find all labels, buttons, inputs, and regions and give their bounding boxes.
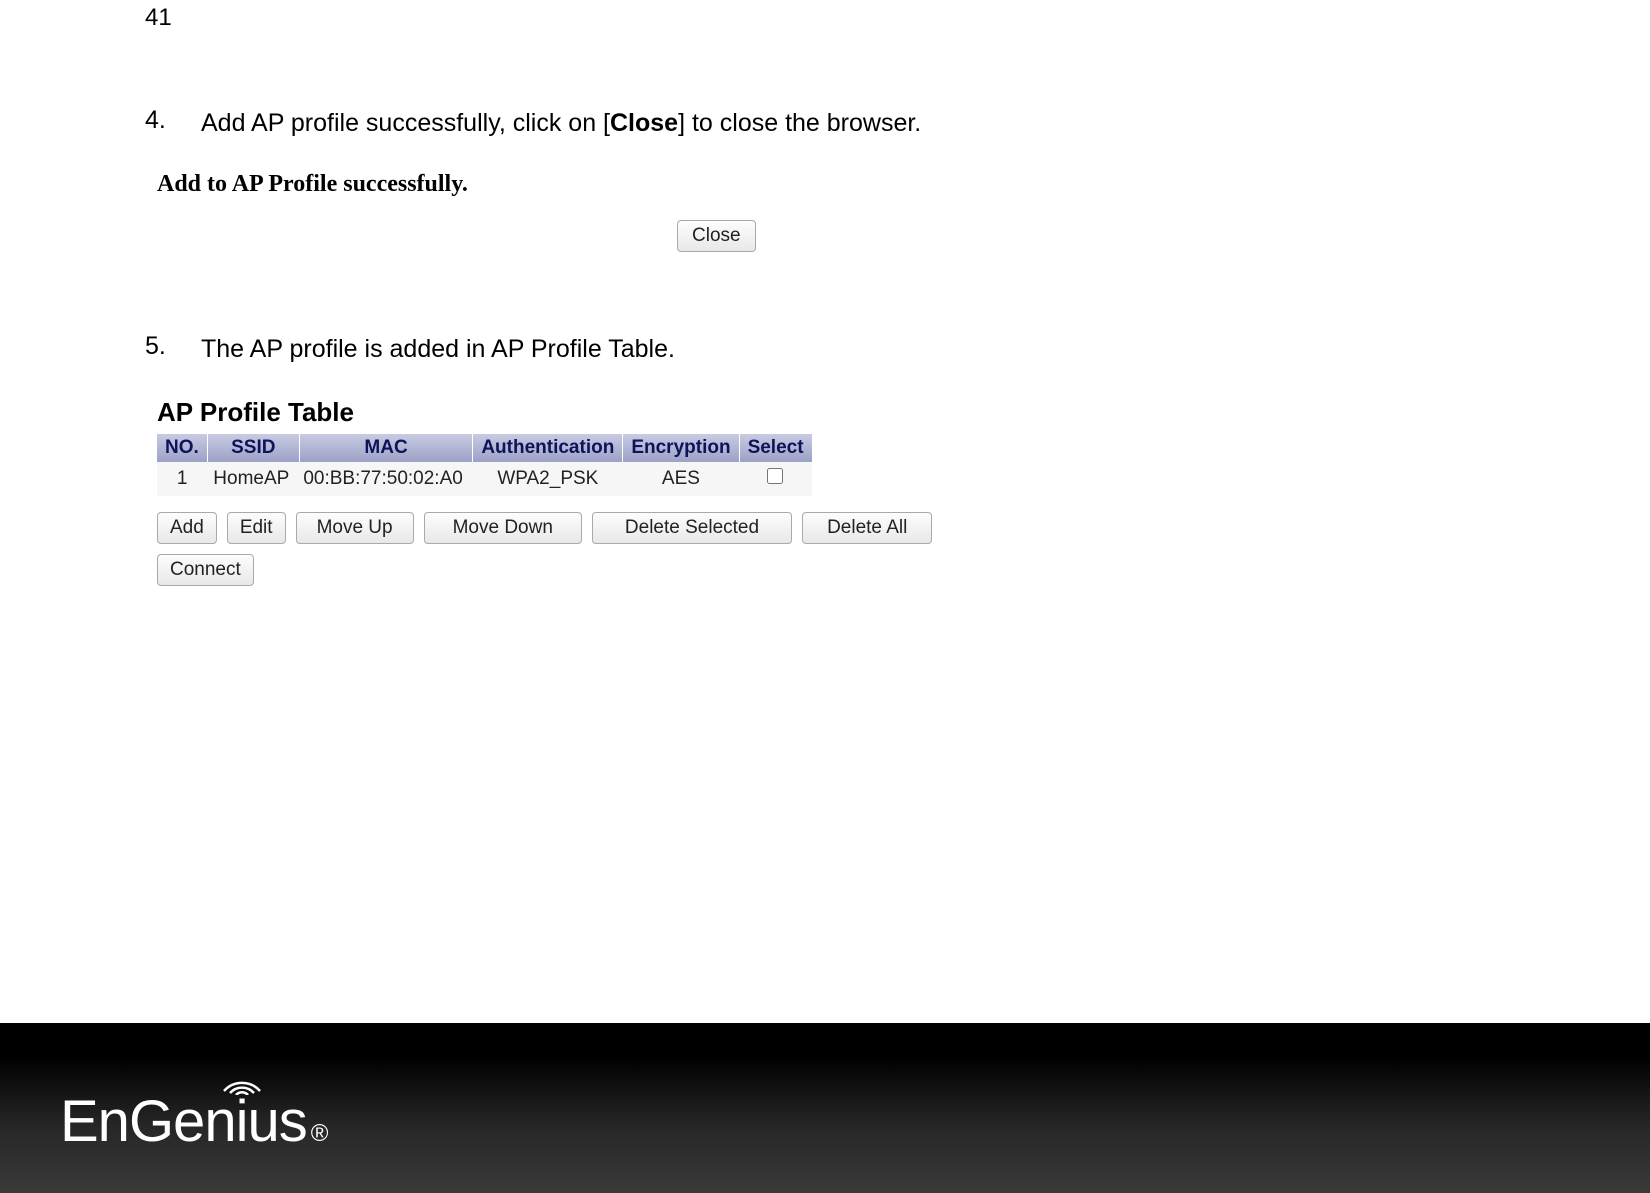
move-down-button[interactable]: Move Down: [424, 512, 582, 544]
step-5: 5. The AP profile is added in AP Profile…: [145, 332, 1550, 367]
cell-auth: WPA2_PSK: [473, 462, 623, 496]
logo-registered: ®: [311, 1120, 329, 1148]
page-content: 4. Add AP profile successfully, click on…: [145, 106, 1550, 586]
select-checkbox[interactable]: [767, 468, 783, 484]
col-auth: Authentication: [473, 434, 623, 462]
logo-i-wrap: i: [236, 1093, 248, 1151]
cell-select: [739, 462, 811, 496]
table-row: 1 HomeAP 00:BB:77:50:02:A0 WPA2_PSK AES: [157, 462, 812, 496]
step-4-bold: Close: [610, 109, 678, 137]
col-mac: MAC: [299, 434, 473, 462]
screenshot-ap-profile-table: AP Profile Table NO. SSID MAC Authentica…: [157, 397, 1550, 586]
cell-no: 1: [157, 462, 207, 496]
col-no: NO.: [157, 434, 207, 462]
step-5-text: The AP profile is added in AP Profile Ta…: [201, 332, 675, 367]
table-button-row: Add Edit Move Up Move Down Delete Select…: [157, 512, 1007, 586]
page-number: 41: [145, 4, 172, 32]
col-enc: Encryption: [623, 434, 739, 462]
ap-profile-table-title: AP Profile Table: [157, 397, 1550, 428]
step-4-pre: Add AP profile successfully, click on [: [201, 109, 610, 137]
close-button-row: Close: [157, 220, 1550, 252]
step-4-text: Add AP profile successfully, click on [C…: [201, 106, 921, 141]
step-4-post: ] to close the browser.: [678, 109, 921, 137]
delete-all-button[interactable]: Delete All: [802, 512, 932, 544]
add-success-title: Add to AP Profile successfully.: [157, 171, 1550, 198]
cell-enc: AES: [623, 462, 739, 496]
page-footer: EnGen i us ®: [0, 1023, 1650, 1193]
step-4-number: 4.: [145, 106, 201, 141]
move-up-button[interactable]: Move Up: [296, 512, 414, 544]
step-5-number: 5.: [145, 332, 201, 367]
logo-i: i: [236, 1089, 248, 1154]
screenshot-add-success: Add to AP Profile successfully. Close: [157, 171, 1550, 252]
engenius-logo: EnGen i us ®: [60, 1093, 328, 1151]
logo-text-pre: EnGen: [60, 1093, 236, 1151]
delete-selected-button[interactable]: Delete Selected: [592, 512, 792, 544]
col-ssid: SSID: [207, 434, 299, 462]
col-select: Select: [739, 434, 811, 462]
close-button[interactable]: Close: [677, 220, 756, 252]
wifi-icon: [220, 1069, 264, 1095]
add-button[interactable]: Add: [157, 512, 217, 544]
logo-text-post: us: [247, 1093, 306, 1151]
step-4: 4. Add AP profile successfully, click on…: [145, 106, 1550, 141]
table-header-row: NO. SSID MAC Authentication Encryption S…: [157, 434, 812, 462]
connect-button[interactable]: Connect: [157, 554, 254, 586]
ap-profile-table: NO. SSID MAC Authentication Encryption S…: [157, 434, 812, 496]
cell-mac: 00:BB:77:50:02:A0: [299, 462, 473, 496]
cell-ssid: HomeAP: [207, 462, 299, 496]
edit-button[interactable]: Edit: [227, 512, 286, 544]
